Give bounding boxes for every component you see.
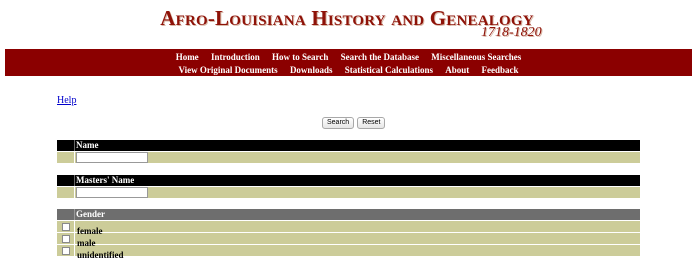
- gender-section: Gender female male unidentified: [57, 209, 640, 260]
- gender-option-male[interactable]: male: [57, 233, 640, 248]
- nav-row-1: Home Introduction How to Search Search t…: [5, 52, 692, 63]
- reset-button[interactable]: Reset: [357, 117, 386, 129]
- gender-label: Gender: [75, 209, 640, 220]
- name-row: [57, 152, 640, 163]
- gender-option-female[interactable]: female: [57, 221, 640, 236]
- site-years: 1718-1820: [481, 25, 542, 40]
- unidentified-label: unidentified: [77, 250, 124, 260]
- masters-name-input[interactable]: [76, 187, 148, 198]
- main-nav: Home Introduction How to Search Search t…: [5, 49, 692, 76]
- female-checkbox[interactable]: [61, 222, 70, 231]
- form-actions: Search Reset: [322, 117, 386, 129]
- gender-header: Gender: [57, 209, 640, 220]
- nav-downloads[interactable]: Downloads: [290, 65, 333, 75]
- nav-introduction[interactable]: Introduction: [211, 52, 260, 62]
- help-link[interactable]: Help: [57, 95, 76, 106]
- male-checkbox[interactable]: [61, 234, 70, 243]
- search-button[interactable]: Search: [322, 117, 355, 129]
- site-title: Afro-Louisiana History and Genealogy: [160, 6, 534, 30]
- nav-statistical-calculations[interactable]: Statistical Calculations: [345, 65, 433, 75]
- nav-about[interactable]: About: [445, 65, 469, 75]
- name-header: Name: [57, 140, 640, 151]
- name-label: Name: [75, 140, 640, 151]
- nav-home[interactable]: Home: [176, 52, 199, 62]
- nav-row-2: View Original Documents Downloads Statis…: [5, 65, 692, 76]
- nav-how-to-search[interactable]: How to Search: [272, 52, 328, 62]
- masters-name-header: Masters' Name: [57, 175, 640, 186]
- masters-name-section: Masters' Name: [57, 175, 640, 198]
- masters-name-row: [57, 187, 640, 198]
- name-input[interactable]: [76, 152, 148, 163]
- nav-feedback[interactable]: Feedback: [481, 65, 518, 75]
- masters-name-label: Masters' Name: [75, 175, 640, 186]
- nav-misc-searches[interactable]: Miscellaneous Searches: [431, 52, 521, 62]
- name-section: Name: [57, 140, 640, 163]
- unidentified-checkbox[interactable]: [61, 246, 70, 255]
- gender-option-unidentified[interactable]: unidentified: [57, 245, 640, 260]
- nav-search-database[interactable]: Search the Database: [341, 52, 419, 62]
- nav-view-original-documents[interactable]: View Original Documents: [179, 65, 278, 75]
